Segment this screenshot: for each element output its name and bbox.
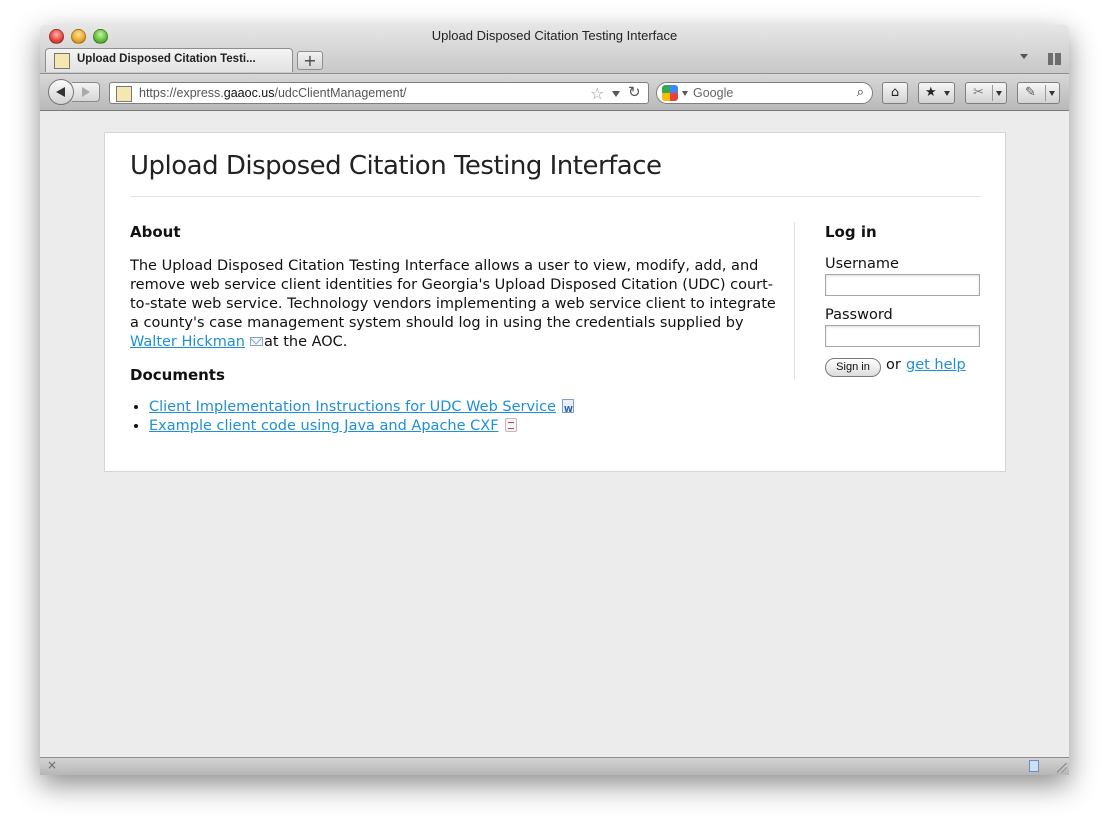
pdf-doc-icon [504, 418, 517, 432]
close-icon[interactable]: × [47, 758, 57, 772]
google-engine-icon[interactable] [662, 85, 678, 101]
addon-button[interactable]: ✂ [965, 82, 1007, 104]
list-item: Client Implementation Instructions for U… [149, 398, 574, 419]
about-text: The Upload Disposed Citation Testing Int… [130, 258, 776, 350]
document-link[interactable]: Example client code using Java and Apach… [149, 418, 499, 434]
document-link[interactable]: Client Implementation Instructions for U… [149, 399, 556, 415]
status-bar: × [40, 757, 1069, 775]
back-button[interactable] [48, 79, 74, 105]
sign-in-button[interactable]: Sign in [825, 358, 881, 377]
about-heading: About [130, 223, 181, 241]
home-button[interactable]: ⌂ [882, 82, 908, 104]
addon-bar-icon[interactable] [1029, 760, 1039, 772]
tab-label: Upload Disposed Citation Testi... [77, 53, 256, 65]
divider [992, 85, 993, 101]
nav-buttons [48, 79, 101, 105]
email-icon[interactable] [250, 337, 264, 346]
username-label: Username [825, 256, 899, 272]
password-field[interactable] [825, 325, 980, 347]
reload-icon[interactable]: ↻ [628, 83, 641, 101]
history-dropdown-icon[interactable] [612, 91, 620, 97]
column-divider [794, 222, 795, 380]
forward-button[interactable] [72, 82, 100, 102]
browser-window: Upload Disposed Citation Testing Interfa… [40, 25, 1069, 775]
eyedropper-icon: ✎ [1025, 85, 1036, 100]
get-help-link[interactable]: get help [906, 357, 966, 373]
tab-list-dropdown-icon[interactable] [1020, 54, 1028, 59]
addon-icon: ✂ [973, 85, 984, 100]
home-icon: ⌂ [890, 85, 900, 100]
tab-groups-icon[interactable] [1048, 53, 1061, 65]
favicon-icon [54, 53, 70, 69]
documents-heading: Documents [130, 366, 225, 384]
engine-dropdown-icon[interactable] [682, 91, 688, 96]
window-title: Upload Disposed Citation Testing Interfa… [431, 28, 678, 43]
chevron-down-icon [944, 91, 950, 96]
tools-button[interactable]: ✎ [1017, 82, 1060, 104]
title-divider [130, 196, 981, 197]
login-heading: Log in [825, 223, 877, 241]
bookmarks-button[interactable]: ★ [918, 82, 955, 104]
word-doc-icon [561, 399, 574, 419]
main-panel: Upload Disposed Citation Testing Interfa… [104, 132, 1006, 472]
page-title: Upload Disposed Citation Testing Interfa… [130, 151, 662, 181]
chevron-down-icon [996, 91, 1002, 96]
site-favicon-icon [116, 86, 132, 102]
tab-active[interactable]: Upload Disposed Citation Testi... [45, 48, 293, 72]
resize-grip-icon[interactable] [1057, 763, 1067, 773]
bookmark-star-icon[interactable]: ☆ [590, 84, 604, 103]
title-bar: Upload Disposed Citation Testing Interfa… [40, 25, 1069, 73]
bookmarks-icon: ★ [925, 85, 937, 100]
chevron-down-icon [1049, 91, 1055, 96]
new-tab-button[interactable]: + [297, 51, 323, 70]
documents-list: Client Implementation Instructions for U… [130, 398, 574, 436]
url-text[interactable]: https://express.gaaoc.us/udcClientManage… [139, 86, 407, 100]
address-bar[interactable]: https://express.gaaoc.us/udcClientManage… [109, 82, 649, 104]
contact-link[interactable]: Walter Hickman [130, 334, 245, 350]
page-content: Upload Disposed Citation Testing Interfa… [40, 111, 1069, 757]
username-field[interactable] [825, 274, 980, 296]
or-text: or [886, 357, 901, 373]
search-input[interactable]: Google [693, 86, 733, 100]
search-icon[interactable]: ⌕ [857, 85, 864, 100]
password-label: Password [825, 307, 893, 323]
list-item: Example client code using Java and Apach… [149, 417, 574, 436]
navigation-toolbar: https://express.gaaoc.us/udcClientManage… [40, 73, 1069, 111]
search-bar[interactable]: Google ⌕ [656, 82, 873, 104]
divider [1045, 85, 1046, 101]
